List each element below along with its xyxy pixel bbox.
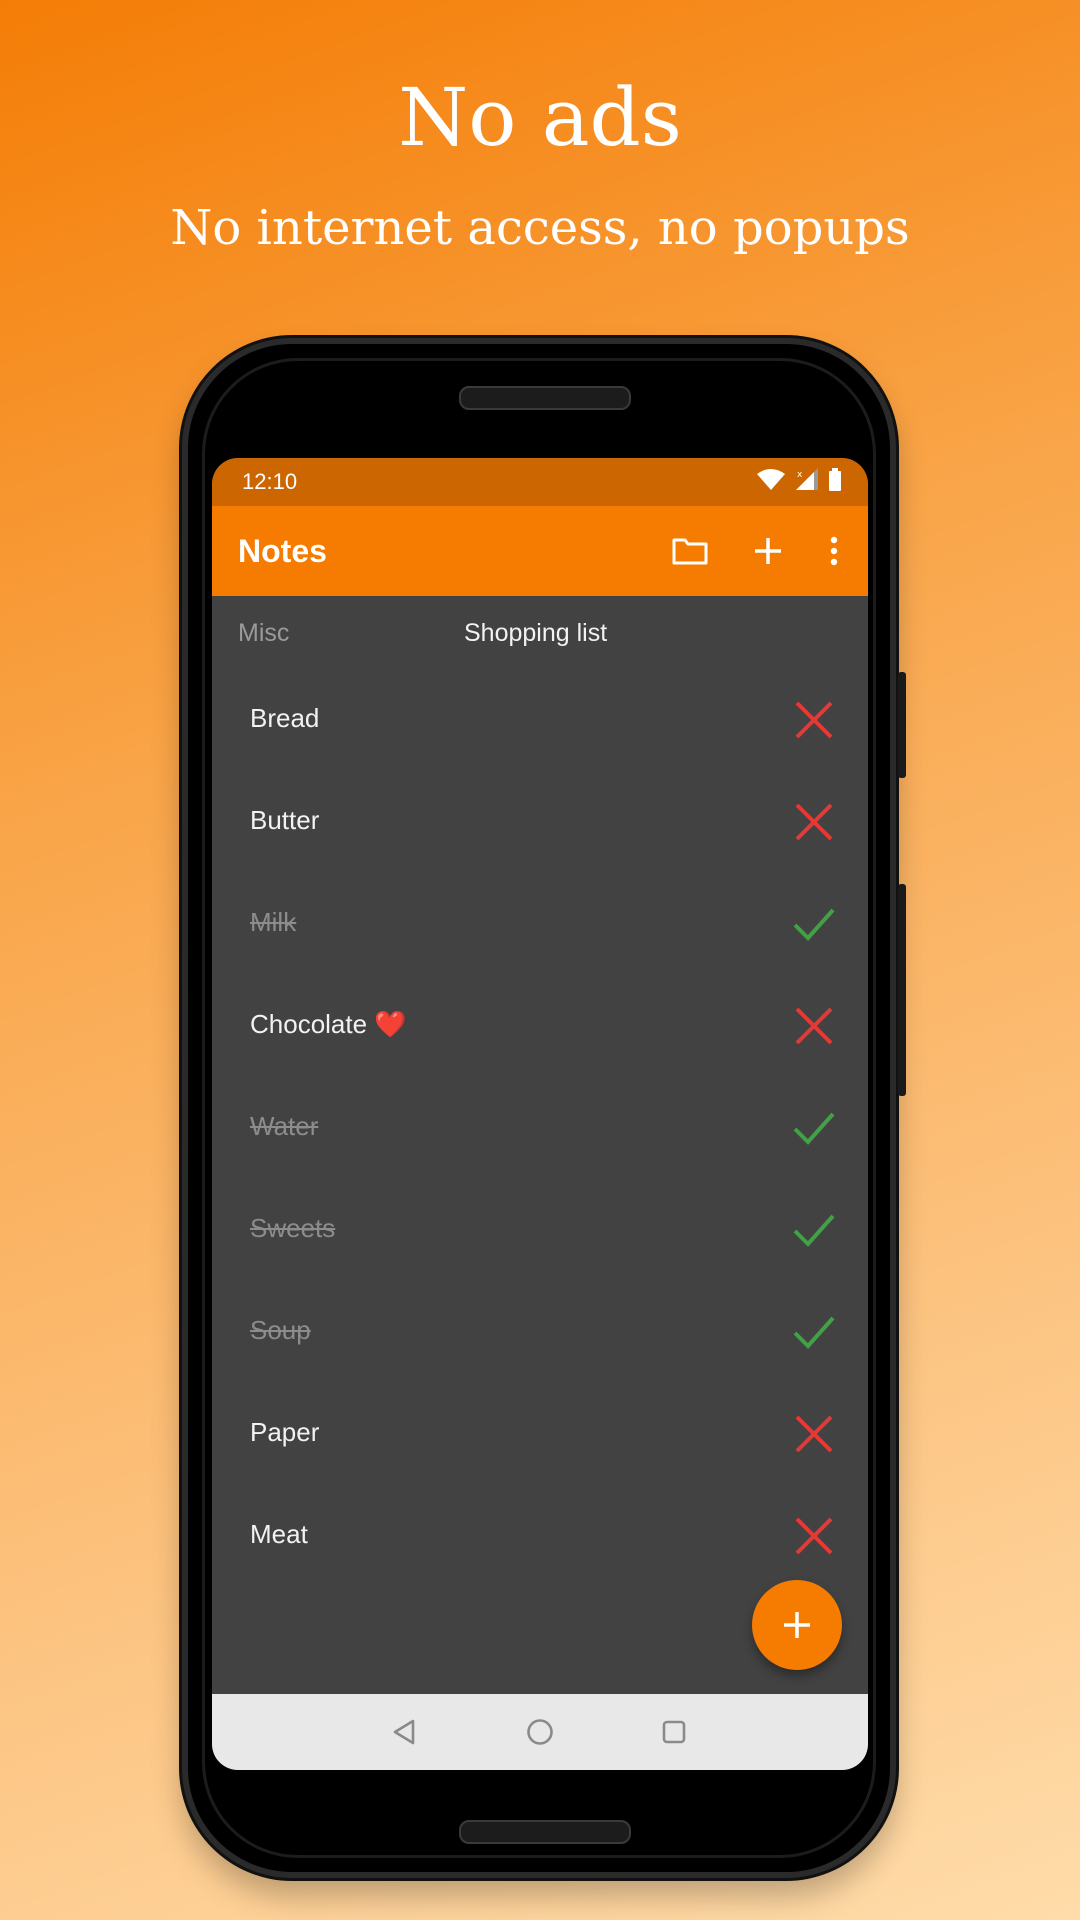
list-item[interactable]: Chocolate ❤️ xyxy=(212,974,868,1076)
status-bar: 12:10 x xyxy=(212,458,868,506)
list-item[interactable]: Sweets xyxy=(212,1178,868,1280)
check-icon[interactable] xyxy=(792,1310,836,1354)
tab-strip: Misc Shopping list xyxy=(212,596,868,670)
item-label: Sweets xyxy=(250,1213,336,1243)
svg-text:x: x xyxy=(797,470,803,480)
check-icon[interactable] xyxy=(792,902,836,946)
list-item[interactable]: Water xyxy=(212,1076,868,1178)
close-icon[interactable] xyxy=(792,1412,836,1456)
battery-icon xyxy=(828,468,842,496)
item-label: Butter xyxy=(250,805,320,835)
top-speaker xyxy=(459,386,631,410)
wifi-icon xyxy=(756,468,786,496)
shopping-list: Bread Butter Milk Chocolate ❤️ Water Sweets So… xyxy=(212,668,868,1586)
list-item[interactable]: Bread xyxy=(212,668,868,770)
item-label: Milk xyxy=(250,907,297,937)
item-label: Soup xyxy=(250,1315,311,1345)
close-icon[interactable] xyxy=(792,1004,836,1048)
status-time: 12:10 xyxy=(242,469,298,494)
item-label: Water xyxy=(250,1111,319,1141)
list-item[interactable]: Butter xyxy=(212,770,868,872)
back-icon[interactable] xyxy=(388,1716,420,1748)
more-vert-icon[interactable] xyxy=(814,531,854,571)
check-icon[interactable] xyxy=(792,1208,836,1252)
list-item[interactable]: Soup xyxy=(212,1280,868,1382)
folder-icon[interactable] xyxy=(670,531,710,571)
list-item[interactable]: Meat xyxy=(212,1484,868,1586)
item-label: Chocolate ❤️ xyxy=(250,1009,407,1039)
close-icon[interactable] xyxy=(792,1514,836,1558)
phone-screen: 12:10 x Notes Misc Shopping list Bread B… xyxy=(212,458,868,1770)
bottom-speaker xyxy=(459,1820,631,1844)
item-label: Bread xyxy=(250,703,320,733)
power-button xyxy=(898,672,906,778)
close-icon[interactable] xyxy=(792,698,836,742)
add-icon xyxy=(784,1612,810,1638)
tab-misc[interactable]: Misc xyxy=(238,616,289,650)
home-icon[interactable] xyxy=(524,1716,556,1748)
item-label: Paper xyxy=(250,1417,320,1447)
promo-title: No ads xyxy=(398,71,682,164)
promo-subtitle: No internet access, no popups xyxy=(170,200,910,256)
close-icon[interactable] xyxy=(792,800,836,844)
add-item-button[interactable] xyxy=(752,1580,842,1670)
app-title: Notes xyxy=(238,533,327,569)
check-icon[interactable] xyxy=(792,1106,836,1150)
recents-icon[interactable] xyxy=(658,1716,690,1748)
tab-shopping-list[interactable]: Shopping list xyxy=(464,616,607,650)
list-item[interactable]: Paper xyxy=(212,1382,868,1484)
signal-icon: x xyxy=(794,468,820,496)
app-bar: Notes xyxy=(212,506,868,596)
list-item[interactable]: Milk xyxy=(212,872,868,974)
item-label: Meat xyxy=(250,1519,308,1549)
add-icon[interactable] xyxy=(748,531,788,571)
navigation-bar xyxy=(212,1694,868,1770)
volume-button xyxy=(898,884,906,1096)
